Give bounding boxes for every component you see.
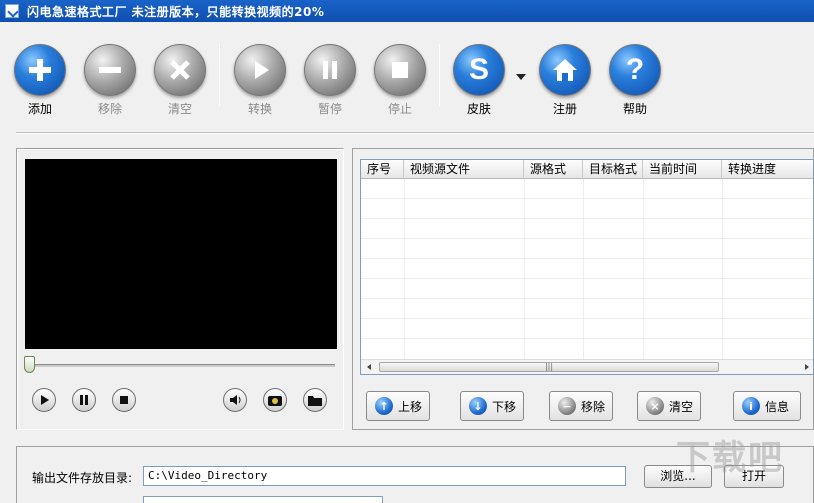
column-header[interactable]: 源格式 [524,160,583,179]
stop-icon [120,396,128,404]
chevron-down-icon[interactable] [516,74,526,80]
skin-button[interactable]: S 皮肤 [451,44,507,117]
list-clear-button[interactable]: × 清空 [637,391,701,421]
close-icon: × [646,397,664,415]
arrow-down-icon: ↓ [469,397,487,415]
skin-label: 皮肤 [466,102,491,116]
column-header[interactable]: 转换进度 [722,160,813,179]
seek-track[interactable] [27,364,335,367]
output-dir-label: 输出文件存放目录: [32,471,133,485]
clear-label: 清空 [167,102,192,116]
grid-line [361,258,813,259]
plus-icon [14,44,66,96]
toolbar: 添加 移除 清空 转换 暂停 停止 S 皮肤 注册 ? 帮助 [0,22,814,134]
column-header[interactable]: 序号 [361,160,404,179]
scroll-left-icon[interactable] [367,364,371,370]
convert-button[interactable]: 转换 [232,44,288,117]
folder-icon [308,396,322,406]
pause-icon [304,44,356,96]
grid-line [361,318,813,319]
preview-pause-button[interactable] [72,388,96,412]
grid-line [361,338,813,339]
home-icon [539,44,591,96]
file-list-header: 序号 视频源文件 源格式 目标格式 当前时间 转换进度 [361,160,813,179]
play-icon [234,44,286,96]
grid-line [361,198,813,199]
divider [16,132,814,134]
scroll-right-icon[interactable] [805,364,809,370]
video-preview [25,159,337,349]
toolbar-separator [439,44,440,106]
list-remove-button[interactable]: − 移除 [549,391,613,421]
column-header[interactable]: 视频源文件 [404,160,524,179]
toolbar-separator [219,44,220,106]
clear-button[interactable]: 清空 [152,44,208,117]
grid-line [361,278,813,279]
preview-play-button[interactable] [32,388,56,412]
grid-line [722,179,723,359]
play-icon [41,395,49,405]
info-icon: i [742,397,760,415]
watermark-logo: 下载吧 [676,438,784,478]
title-bar: 闪电急速格式工厂 未注册版本，只能转换视频的20% [0,0,814,22]
seek-handle[interactable] [24,356,35,373]
grid-line [643,179,644,359]
column-header[interactable]: 目标格式 [583,160,643,179]
output-dir-input[interactable]: C:\Video_Directory [143,466,626,486]
open-folder-button[interactable] [303,388,327,412]
register-label: 注册 [552,102,577,116]
stop-icon [374,44,426,96]
scrollbar-thumb[interactable]: ||| [379,362,719,372]
skin-icon: S [453,44,505,96]
window-title: 闪电急速格式工厂 未注册版本，只能转换视频的20% [27,4,325,19]
register-button[interactable]: 注册 [537,44,593,117]
horizontal-scrollbar[interactable]: ||| [361,359,813,374]
close-icon [154,44,206,96]
minus-icon: − [558,397,576,415]
stop-button[interactable]: 停止 [372,44,428,117]
move-up-label: 上移 [398,399,423,414]
grid-line [361,238,813,239]
snapshot-button[interactable] [263,388,287,412]
grid-line [361,298,813,299]
file-list[interactable]: 序号 视频源文件 源格式 目标格式 当前时间 转换进度 ||| [360,159,814,375]
stop-label: 停止 [387,102,412,116]
help-icon: ? [609,44,661,96]
volume-button[interactable] [223,388,247,412]
remove-label: 移除 [97,102,122,116]
pause-label: 暂停 [317,102,342,116]
move-down-button[interactable]: ↓ 下移 [460,391,524,421]
minus-icon [84,44,136,96]
column-header[interactable]: 当前时间 [643,160,722,179]
grid-line [524,179,525,359]
arrow-up-icon: ↑ [375,397,393,415]
grid-line [404,179,405,359]
move-up-button[interactable]: ↑ 上移 [366,391,430,421]
grid-line [361,218,813,219]
app-icon [5,4,19,18]
pause-button[interactable]: 暂停 [302,44,358,117]
info-button[interactable]: i 信息 [733,391,801,421]
add-label: 添加 [27,102,52,116]
preview-stop-button[interactable] [112,388,136,412]
help-button[interactable]: ? 帮助 [607,44,663,117]
help-label: 帮助 [622,102,647,116]
move-down-label: 下移 [492,399,517,414]
remove-button[interactable]: 移除 [82,44,138,117]
format-select[interactable] [143,496,383,503]
convert-label: 转换 [247,102,272,116]
list-clear-label: 清空 [669,399,694,414]
info-label: 信息 [765,399,790,414]
list-remove-label: 移除 [581,399,606,414]
speaker-icon [230,395,241,405]
add-button[interactable]: 添加 [12,44,68,117]
pause-icon [80,395,88,405]
camera-icon [268,396,282,406]
grid-line [583,179,584,359]
